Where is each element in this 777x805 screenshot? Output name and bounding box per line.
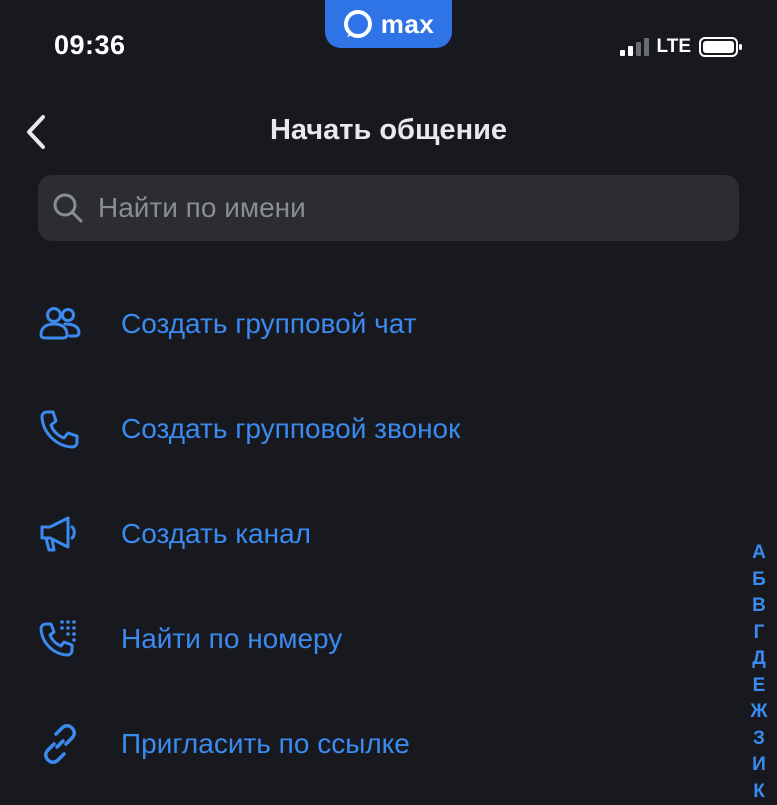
- group-icon: [38, 302, 82, 346]
- search-icon: [52, 192, 84, 224]
- alphabet-letter[interactable]: Ж: [750, 699, 767, 726]
- create-group-chat-button[interactable]: Создать групповой чат: [0, 284, 740, 364]
- search-box[interactable]: [38, 175, 739, 241]
- create-group-call-button[interactable]: Создать групповой звонок: [0, 389, 740, 469]
- invite-by-link-button[interactable]: Пригласить по ссылке: [0, 704, 740, 784]
- alphabet-letter[interactable]: Е: [753, 673, 766, 700]
- phone-keypad-icon: [38, 617, 82, 661]
- action-label: Пригласить по ссылке: [121, 728, 410, 760]
- alphabet-index[interactable]: А Б В Г Д Е Ж З И К: [747, 540, 771, 805]
- action-label: Найти по номеру: [121, 623, 342, 655]
- action-label: Создать групповой чат: [121, 308, 416, 340]
- alphabet-letter[interactable]: Г: [754, 620, 765, 647]
- search-input[interactable]: [96, 174, 739, 242]
- brand-pill: max: [325, 0, 452, 48]
- phone-icon: [38, 407, 82, 451]
- alphabet-letter[interactable]: Д: [752, 646, 766, 673]
- alphabet-letter[interactable]: А: [752, 540, 766, 567]
- status-indicators: LTE: [620, 35, 743, 59]
- action-label: Создать канал: [121, 518, 311, 550]
- brand-name: max: [381, 9, 435, 40]
- network-type: LTE: [657, 36, 691, 58]
- find-by-number-button[interactable]: Найти по номеру: [0, 599, 740, 679]
- battery-icon: [699, 36, 743, 58]
- alphabet-letter[interactable]: К: [753, 779, 765, 805]
- signal-strength-icon: [620, 38, 649, 56]
- create-channel-button[interactable]: Создать канал: [0, 494, 740, 574]
- alphabet-letter[interactable]: И: [752, 752, 766, 779]
- megaphone-icon: [38, 512, 82, 556]
- alphabet-letter[interactable]: Б: [752, 567, 766, 594]
- link-icon: [38, 722, 82, 766]
- action-label: Создать групповой звонок: [121, 413, 460, 445]
- max-logo-icon: [343, 9, 373, 39]
- status-time: 09:36: [54, 30, 126, 61]
- alphabet-letter[interactable]: В: [752, 593, 766, 620]
- alphabet-letter[interactable]: З: [753, 726, 765, 753]
- page-title: Начать общение: [0, 114, 777, 147]
